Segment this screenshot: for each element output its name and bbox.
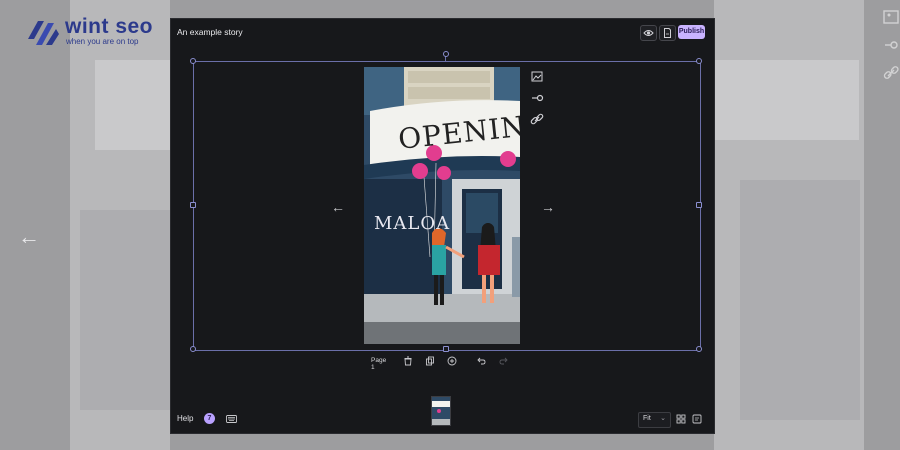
story-page-canvas[interactable]: OPENING MALOA — [364, 67, 520, 344]
ghost-link-icon — [883, 66, 899, 79]
add-page-icon[interactable] — [447, 356, 457, 366]
delete-page-icon[interactable] — [403, 356, 413, 366]
chevron-down-icon: ⌄ — [660, 415, 666, 422]
background-banner-right — [714, 60, 859, 140]
ghost-arrow-left-icon: ← — [18, 224, 40, 249]
logo-tagline: when you are on top — [66, 37, 139, 46]
rotate-handle[interactable] — [443, 51, 449, 57]
resize-handle-top-right[interactable] — [696, 58, 702, 64]
preview-button[interactable] — [640, 25, 657, 41]
keyboard-icon[interactable] — [226, 415, 237, 423]
link-icon[interactable] — [529, 111, 545, 127]
eye-icon — [643, 30, 654, 36]
publish-button[interactable]: Publish — [678, 25, 705, 39]
resize-handle-bottom[interactable] — [443, 346, 449, 352]
element-tools — [529, 69, 545, 125]
background-banner-left — [95, 60, 170, 150]
story-title: An example story — [177, 27, 243, 37]
logo-name: wint seo — [65, 15, 154, 38]
redo-icon[interactable] — [499, 356, 509, 366]
save-draft-button[interactable] — [659, 25, 676, 41]
brand-logo: wint seo when you are on top — [26, 15, 156, 49]
resize-handle-top-left[interactable] — [190, 58, 196, 64]
thumbnail-preview — [432, 397, 450, 425]
animation-icon[interactable] — [529, 90, 545, 106]
zoom-select[interactable]: Fit ⌄ — [638, 412, 671, 428]
page-label: Page 1 — [371, 357, 387, 371]
resize-handle-bottom-left[interactable] — [190, 346, 196, 352]
duplicate-page-icon[interactable] — [425, 356, 435, 366]
story-editor: An example story Publish OPENING MALOA ←… — [171, 19, 714, 433]
grid-view-icon[interactable] — [676, 414, 686, 424]
background-shop-right — [740, 180, 860, 420]
background-shop-left — [80, 210, 170, 410]
ghost-image-icon — [883, 10, 899, 24]
logo-mark-icon — [28, 21, 59, 45]
previous-page-arrow-icon[interactable]: ← — [331, 199, 345, 215]
undo-icon[interactable] — [476, 356, 486, 366]
shop-name-text: MALOA — [374, 213, 451, 234]
ghost-animation-icon — [885, 41, 898, 49]
help-button[interactable]: Help — [177, 414, 193, 423]
next-page-arrow-icon[interactable]: → — [541, 199, 555, 215]
help-count-badge: 7 — [204, 413, 215, 424]
resize-handle-bottom-right[interactable] — [696, 346, 702, 352]
zoom-value: Fit — [643, 415, 651, 422]
replace-media-icon[interactable] — [529, 69, 545, 85]
document-icon — [664, 28, 671, 38]
page-illustration — [364, 67, 520, 344]
resize-handle-left[interactable] — [190, 202, 196, 208]
resize-handle-right[interactable] — [696, 202, 702, 208]
page-thumbnail[interactable] — [431, 396, 451, 426]
layout-view-icon[interactable] — [692, 414, 702, 424]
